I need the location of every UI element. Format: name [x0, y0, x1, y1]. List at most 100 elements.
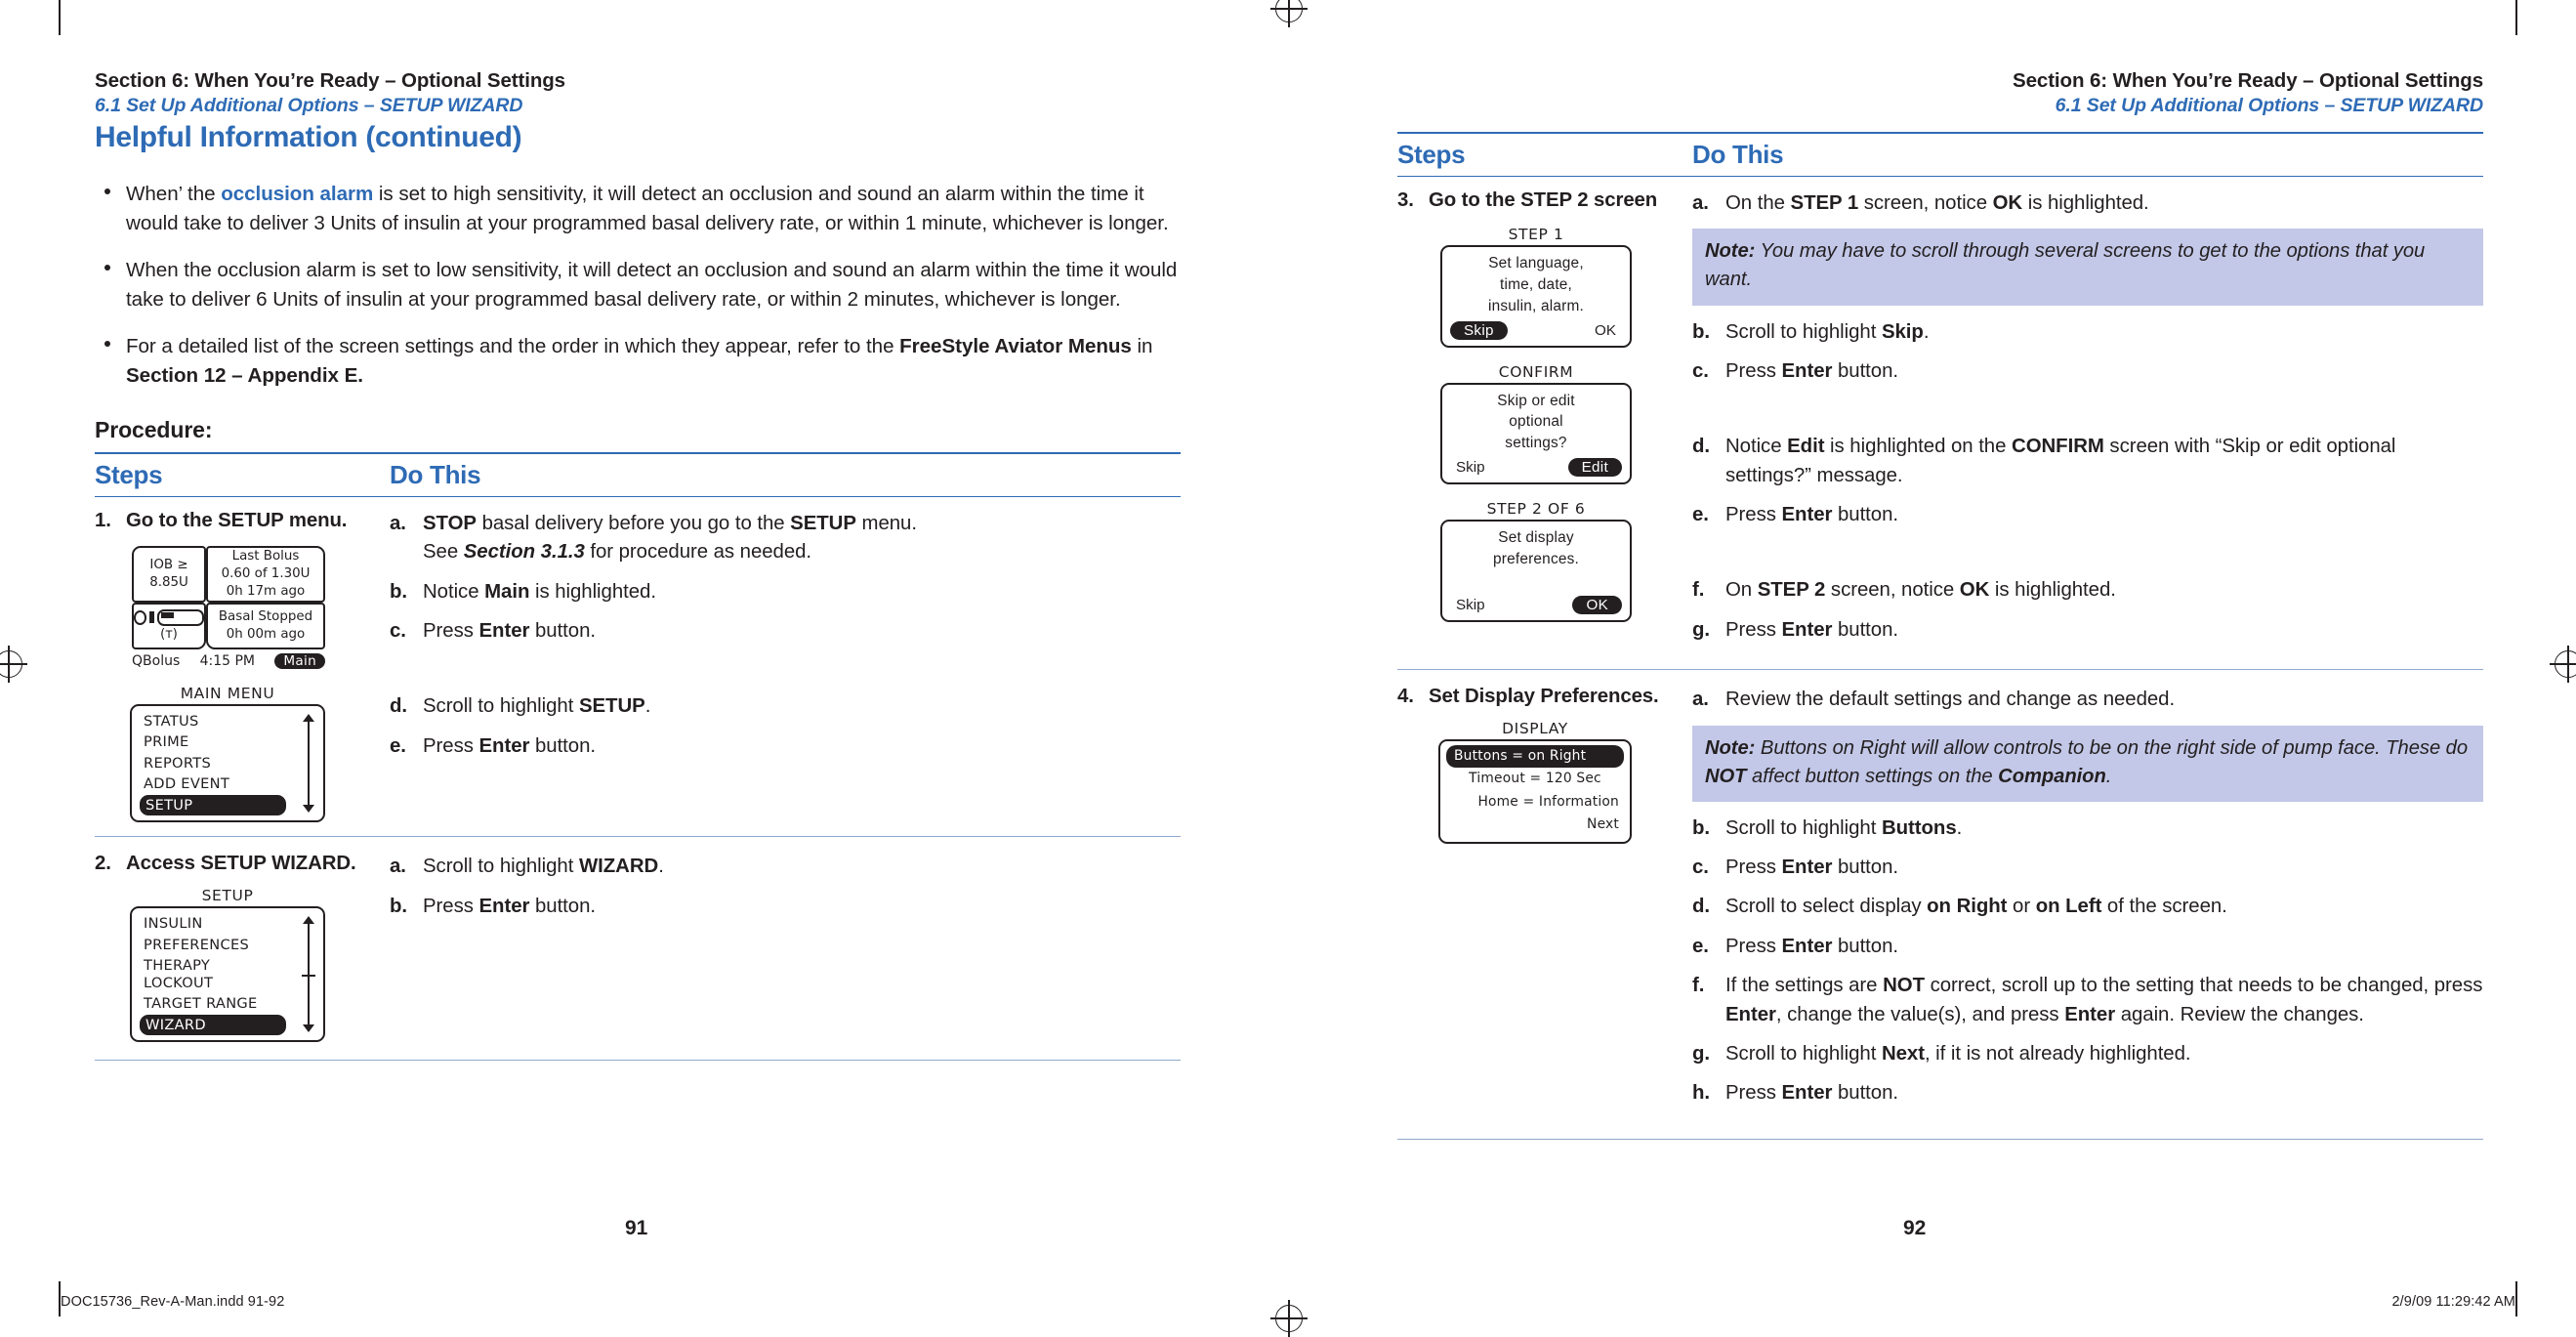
substep-text: Press Enter button.	[1725, 359, 1898, 382]
substep-text: On the STEP 1 screen, notice OK is highl…	[1725, 191, 2149, 214]
substep: d. Scroll to select display on Right or …	[1692, 893, 2483, 921]
plunger-icon	[149, 611, 154, 624]
pump-setup-menu-screen: SETUP INSULIN PREFERENCES THERAPY LOCKOU…	[130, 887, 325, 1043]
substep: f. If the settings are NOT correct, scro…	[1692, 972, 2483, 1029]
main-softkey[interactable]: Main	[274, 652, 325, 669]
substep-text: Scroll to highlight Next, if it is not a…	[1725, 1042, 2191, 1065]
note-prefix: Note:	[1705, 240, 1756, 263]
row-steps-cell: 4. Set Display Preferences. DISPLAY Butt…	[1397, 686, 1692, 1119]
substep: f. On STEP 2 screen, notice OK is highli…	[1692, 576, 2483, 605]
scrollbar[interactable]	[302, 713, 315, 814]
list-item[interactable]: INSULIN	[140, 913, 286, 935]
substep-label: c.	[1692, 359, 1709, 382]
right-page: Section 6: When You’re Ready – Optional …	[1288, 0, 2576, 1331]
skip-button[interactable]: Skip	[1450, 596, 1491, 614]
substep-label: c.	[1692, 857, 1709, 879]
step1-line: insulin, alarm.	[1488, 297, 1584, 314]
basal-status-label: Basal Stopped	[218, 609, 313, 625]
left-page-subsection-header: 6.1 Set Up Additional Options – SETUP WI…	[95, 94, 523, 116]
pump-confirm-screen: CONFIRM Skip or edit optional settings? …	[1440, 363, 1632, 485]
last-bolus-cell: Last Bolus 0.60 of 1.30U 0h 17m ago	[206, 545, 325, 603]
substep: a. Scroll to highlight WIZARD.	[390, 853, 1181, 881]
step1-message-box: Set language, time, date, insulin, alarm…	[1440, 244, 1632, 348]
ok-button-selected[interactable]: OK	[1572, 595, 1622, 614]
pump-main-menu-screen: MAIN MENU STATUS PRIME REPORTS ADD EVENT…	[130, 685, 325, 823]
row-do-this-cell: a. Review the default settings and chang…	[1692, 686, 2483, 1119]
substep-label: b.	[1692, 816, 1711, 839]
step1-caption: STEP 1	[1508, 225, 1564, 243]
ok-button[interactable]: OK	[1589, 321, 1622, 340]
page-title: Helpful Information (continued)	[95, 120, 522, 153]
reservoir-icon-row	[134, 608, 204, 626]
home-screen-grid: IOB ≥ 8.85U Last Bolus 0.60 of 1.30U 0h …	[132, 545, 325, 649]
scroll-down-arrow-icon[interactable]	[303, 1024, 314, 1033]
step-label: Go to the STEP 2 screen	[1429, 188, 1658, 211]
substep-label: a.	[390, 856, 406, 878]
skip-button[interactable]: Skip	[1450, 458, 1491, 477]
list-item[interactable]: PRIME	[140, 731, 286, 753]
list-item[interactable]: STATUS	[140, 711, 286, 732]
substep-text: Press Enter button.	[1725, 504, 1898, 525]
iob-value: 8.85U	[149, 574, 188, 590]
scroll-up-arrow-icon[interactable]	[303, 713, 314, 722]
scroll-down-arrow-icon[interactable]	[303, 805, 314, 814]
substep-label: b.	[390, 895, 408, 917]
substep: c. Press Enter button.	[1692, 854, 2483, 882]
setting-buttons-row[interactable]: Buttons = on Right	[1446, 745, 1624, 769]
next-button[interactable]: Next	[1446, 814, 1624, 836]
list-item[interactable]: REPORTS	[140, 753, 286, 774]
clock-display: 4:15 PM	[199, 652, 255, 669]
table-header-row: Steps Do This	[1397, 134, 2483, 177]
table-row: 3. Go to the STEP 2 screen STEP 1 Set la…	[1397, 177, 2483, 671]
step-number: 1.	[95, 509, 111, 531]
substep-text: Notice Edit is highlighted on the CONFIR…	[1725, 436, 2396, 486]
list-item[interactable]: ADD EVENT	[140, 773, 286, 795]
substep-label: d.	[1692, 436, 1711, 458]
substep-text: Press Enter button.	[1725, 618, 1898, 641]
list-item[interactable]: TARGET RANGE	[140, 993, 286, 1015]
confirm-line: Skip or edit	[1497, 392, 1575, 409]
pump-display-screen: DISPLAY Buttons = on Right Timeout = 120…	[1438, 720, 1632, 845]
list-item-selected[interactable]: WIZARD	[140, 1014, 286, 1036]
setting-home-row[interactable]: Home = Information	[1446, 791, 1624, 814]
step-label: Set Display Preferences.	[1429, 686, 1659, 708]
substep: b. Press Enter button.	[390, 893, 1181, 921]
substep-text: Press Enter button.	[423, 619, 596, 642]
list-item: For a detailed list of the screen settin…	[95, 332, 1181, 392]
procedure-table-right: Steps Do This 3. Go to the STEP 2 screen	[1397, 131, 2483, 1140]
edit-button-selected[interactable]: Edit	[1567, 458, 1622, 478]
substep-text: Review the default settings and change a…	[1725, 689, 2176, 711]
setting-timeout-row[interactable]: Timeout = 120 Sec	[1446, 768, 1624, 790]
step2-line: Set display	[1498, 529, 1574, 547]
substep-text: Scroll to select display on Right or on …	[1725, 896, 2227, 918]
substep: c. Press Enter button.	[390, 617, 1181, 646]
substep-label: g.	[1692, 1042, 1711, 1065]
substep-text: If the settings are NOT correct, scroll …	[1725, 975, 2483, 1025]
substep-label: f.	[1692, 579, 1705, 602]
list-item: When the occlusion alarm is set to low s…	[95, 256, 1181, 315]
qbolus-softkey[interactable]: QBolus	[132, 653, 180, 669]
list-item[interactable]: PREFERENCES	[140, 935, 286, 956]
substep-text: Scroll to highlight SETUP.	[423, 695, 651, 718]
step2-line: preferences.	[1493, 551, 1579, 568]
substep-label: b.	[1692, 320, 1711, 343]
note-callout: Note: Buttons on Right will allow contro…	[1692, 725, 2483, 802]
display-settings-list: Buttons = on Right Timeout = 120 Sec Hom…	[1438, 739, 1632, 845]
display-screen-caption: DISPLAY	[1502, 720, 1568, 738]
scrollbar[interactable]	[302, 916, 315, 1033]
column-header-do-this: Do This	[390, 459, 481, 489]
skip-button-selected[interactable]: Skip	[1450, 320, 1508, 340]
confirm-button-bar: Skip Edit	[1450, 458, 1622, 478]
substep-text: Scroll to highlight Buttons.	[1725, 816, 1963, 839]
substep-text: Scroll to highlight WIZARD.	[423, 856, 664, 878]
list-item[interactable]: THERAPY LOCKOUT	[140, 955, 286, 993]
list-item-selected[interactable]: SETUP	[140, 794, 286, 816]
scroll-up-arrow-icon[interactable]	[303, 916, 314, 925]
antenna-icon: (ᴛ)	[160, 626, 178, 642]
substep-label: e.	[1692, 504, 1709, 525]
substep: a. On the STEP 1 screen, notice OK is hi…	[1692, 189, 2483, 218]
droplet-icon	[134, 609, 147, 625]
helpful-information-bullets: When’ the occlusion alarm is set to high…	[95, 180, 1181, 392]
right-page-section-header: Section 6: When You’re Ready – Optional …	[2013, 69, 2483, 92]
row-steps-cell: 2. Access SETUP WIZARD. SETUP INSULIN PR…	[95, 853, 390, 1043]
